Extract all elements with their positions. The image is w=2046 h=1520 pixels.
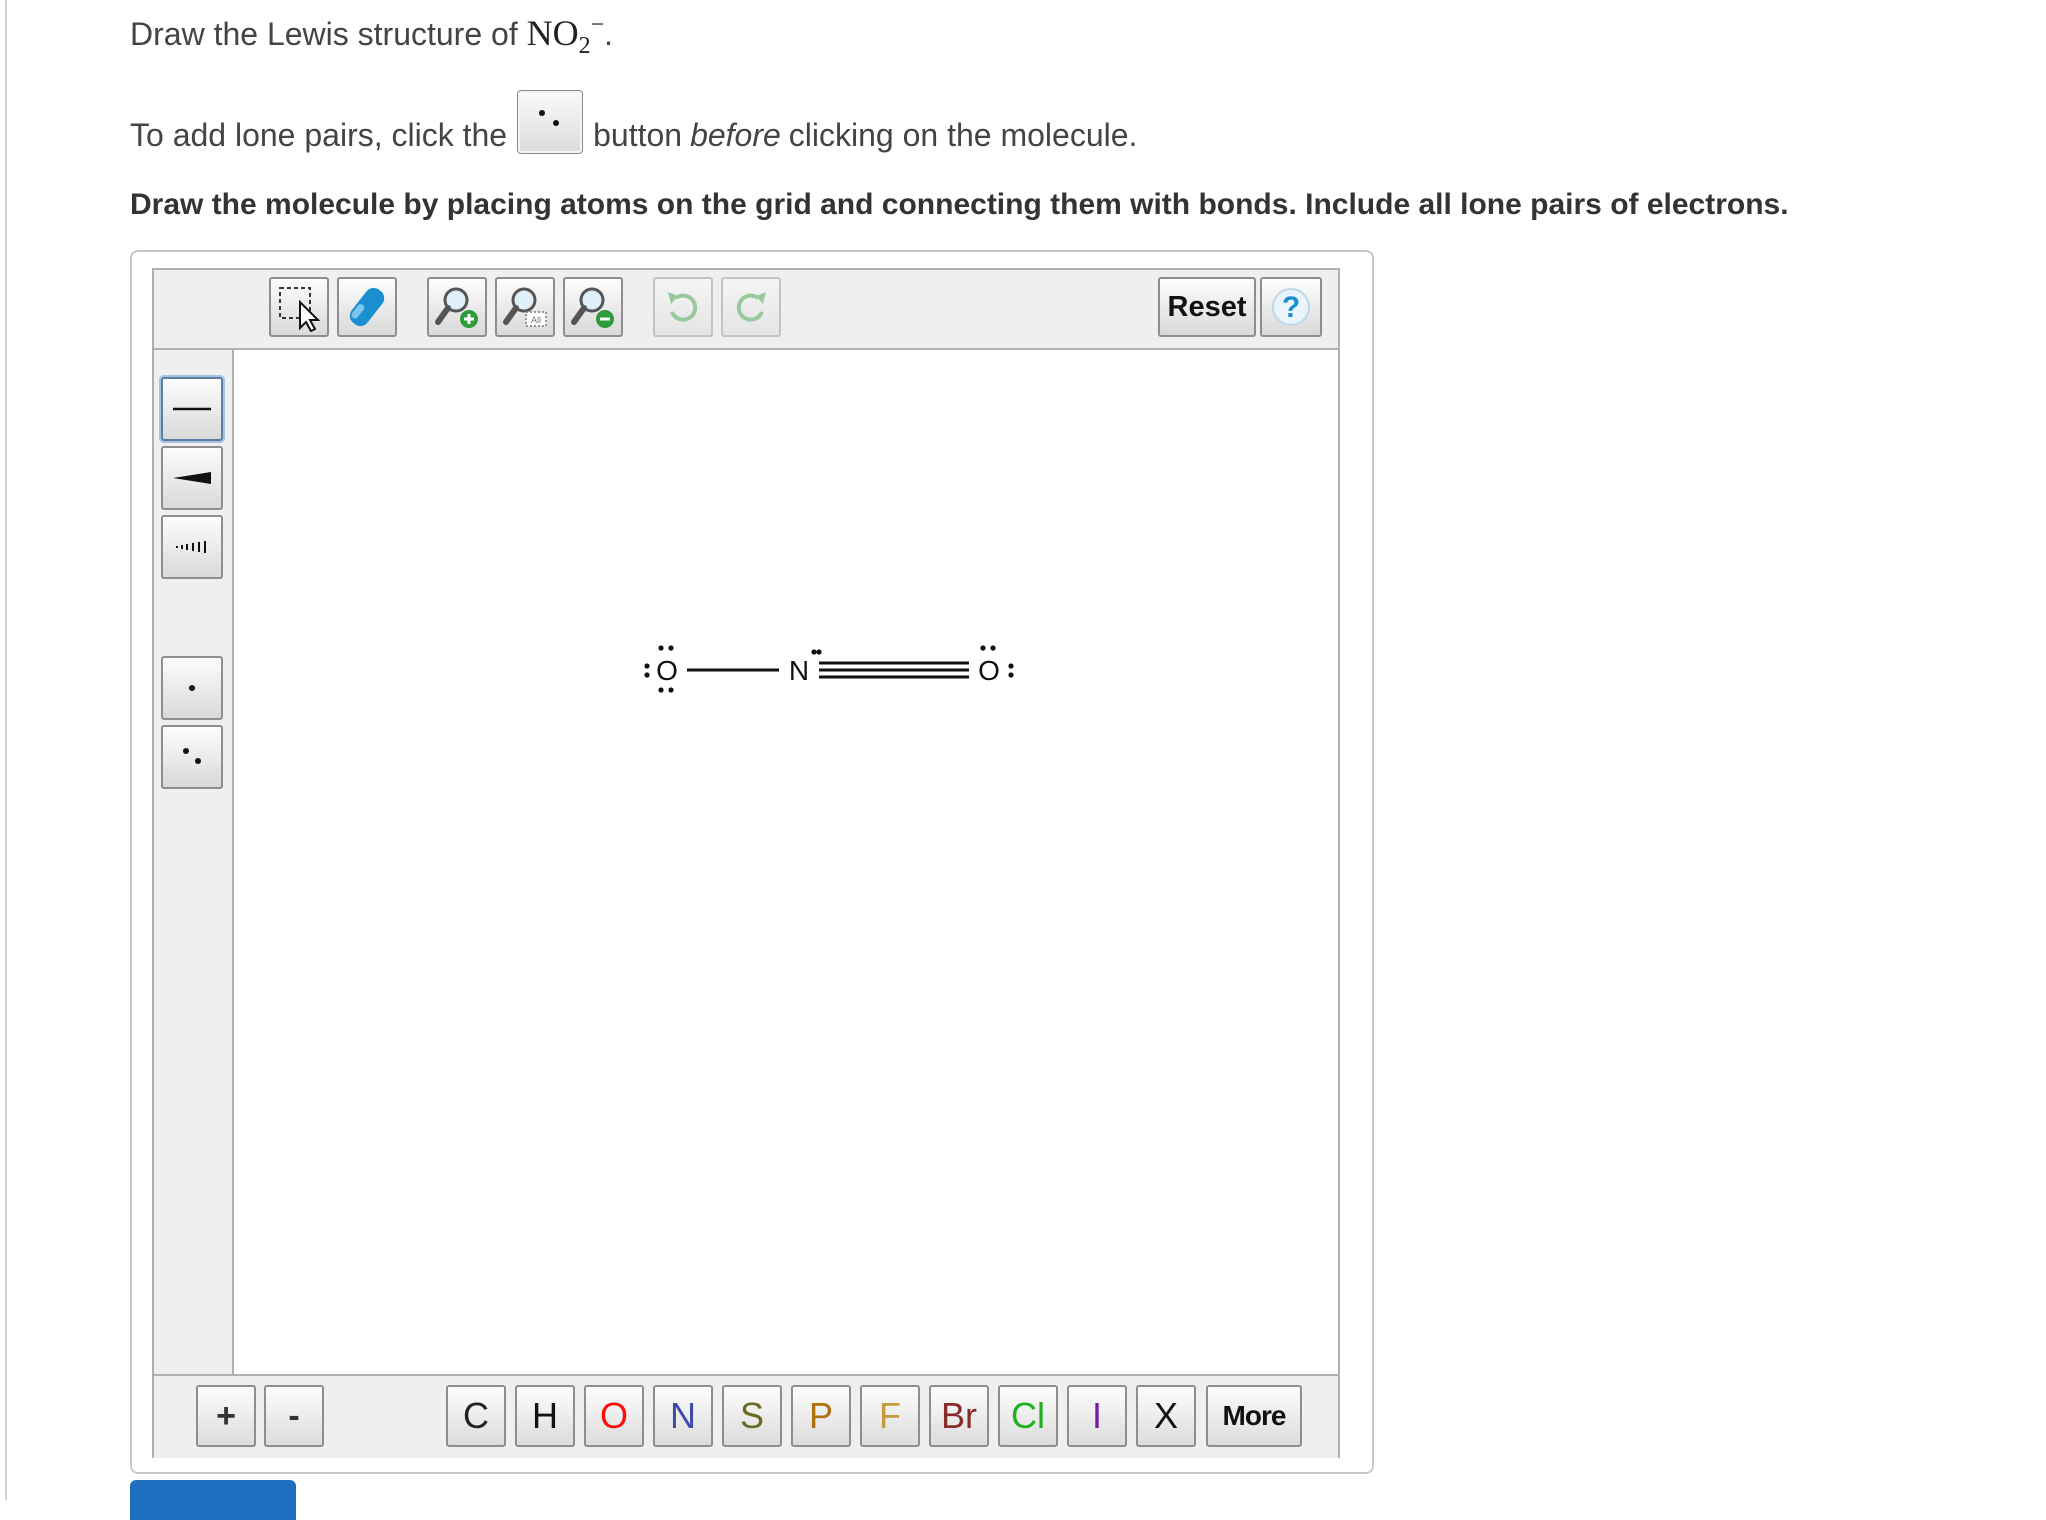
reset-button[interactable]: Reset [1158,277,1256,337]
zoom-out-tool-button[interactable] [563,277,623,337]
electron-dot [658,645,664,651]
bottom-toolbar: + - C H O N S P F Br Cl I X More [154,1374,1338,1458]
hash-bond-icon [176,541,206,553]
molecule-drawing: ONO [644,645,1014,693]
question-prompt: Draw the Lewis structure of NO2−. [130,12,613,60]
more-elements-button[interactable]: More [1206,1385,1302,1447]
element-button-c[interactable]: C [446,1385,506,1447]
select-tool-button[interactable] [269,277,329,337]
element-button-s[interactable]: S [722,1385,782,1447]
element-button-n[interactable]: N [653,1385,713,1447]
lone-pair-icon [183,748,201,764]
help-icon: ? [1272,288,1310,326]
erase-tool-button[interactable] [337,277,397,337]
submit-button[interactable] [130,1480,296,1520]
electron-dot [668,645,674,651]
electron-dot [658,687,664,693]
element-button-cl[interactable]: Cl [998,1385,1058,1447]
electron-dot [980,645,986,651]
element-button-h[interactable]: H [515,1385,575,1447]
svg-text:?: ? [1282,291,1300,324]
formula-superscript: − [590,12,605,38]
eraser-icon [349,287,385,327]
element-button-x[interactable]: X [1136,1385,1196,1447]
page-left-rule [5,0,7,1500]
top-toolbar: All Reset ? [154,270,1338,350]
marquee-select-icon [279,287,321,332]
drawing-instruction: Draw the molecule by placing atoms on th… [130,188,1789,221]
positive-charge-button[interactable]: + [196,1385,256,1447]
electron-dot [644,663,650,669]
atom-label: N [789,655,809,686]
electron-dot [644,672,650,678]
electron-dot [668,687,674,693]
formula-main: NO [526,13,579,53]
undo-tool-button[interactable] [653,277,713,337]
element-button-f[interactable]: F [860,1385,920,1447]
hash-bond-button[interactable] [161,515,223,579]
svg-text:All: All [531,315,541,325]
single-electron-icon [189,685,195,691]
electron-dot [1008,672,1014,678]
electron-dot [990,645,996,651]
electron-dot [811,649,817,655]
hint-text-after: clicking on the molecule. [788,117,1138,153]
negative-charge-button[interactable]: - [264,1385,324,1447]
lone-pair-inline-icon [517,90,584,154]
electron-dot [1008,663,1014,669]
atom-label: O [978,655,1000,686]
element-button-br[interactable]: Br [929,1385,989,1447]
lone-pair-hint: To add lone pairs, click the button befor… [130,82,1137,154]
wedge-bond-button[interactable] [161,446,223,510]
chemical-formula: NO2− [526,12,605,59]
element-button-i[interactable]: I [1067,1385,1127,1447]
prompt-text: Draw the Lewis structure of [130,16,518,52]
wedge-bond-icon [173,472,211,484]
zoom-all-tool-button[interactable]: All [495,277,555,337]
hint-text-button: button [593,117,683,153]
single-bond-icon [173,407,211,411]
single-bond-button[interactable] [161,377,223,441]
left-toolbar [154,350,234,1374]
zoom-out-icon [571,287,614,328]
molecule-editor: All Reset ? O N O + - C H O N S P F Br C… [152,268,1340,1458]
zoom-in-tool-button[interactable] [427,277,487,337]
drawing-canvas[interactable]: ONO [234,350,1338,1374]
zoom-in-icon [435,287,478,328]
hint-text-before: To add lone pairs, click the [130,117,508,153]
element-button-p[interactable]: P [791,1385,851,1447]
formula-period: . [604,16,614,52]
undo-icon [668,292,698,322]
electron-dot [816,649,822,655]
hint-text-before-emphasis: before [690,117,781,153]
formula-subscript: 2 [578,33,591,60]
atom-label: O [656,655,678,686]
redo-icon [736,292,766,322]
help-button[interactable]: ? [1260,277,1322,337]
redo-tool-button[interactable] [721,277,781,337]
zoom-all-icon: All [503,287,547,327]
radical-button[interactable] [161,656,223,720]
lone-pair-button[interactable] [161,725,223,789]
element-button-o[interactable]: O [584,1385,644,1447]
